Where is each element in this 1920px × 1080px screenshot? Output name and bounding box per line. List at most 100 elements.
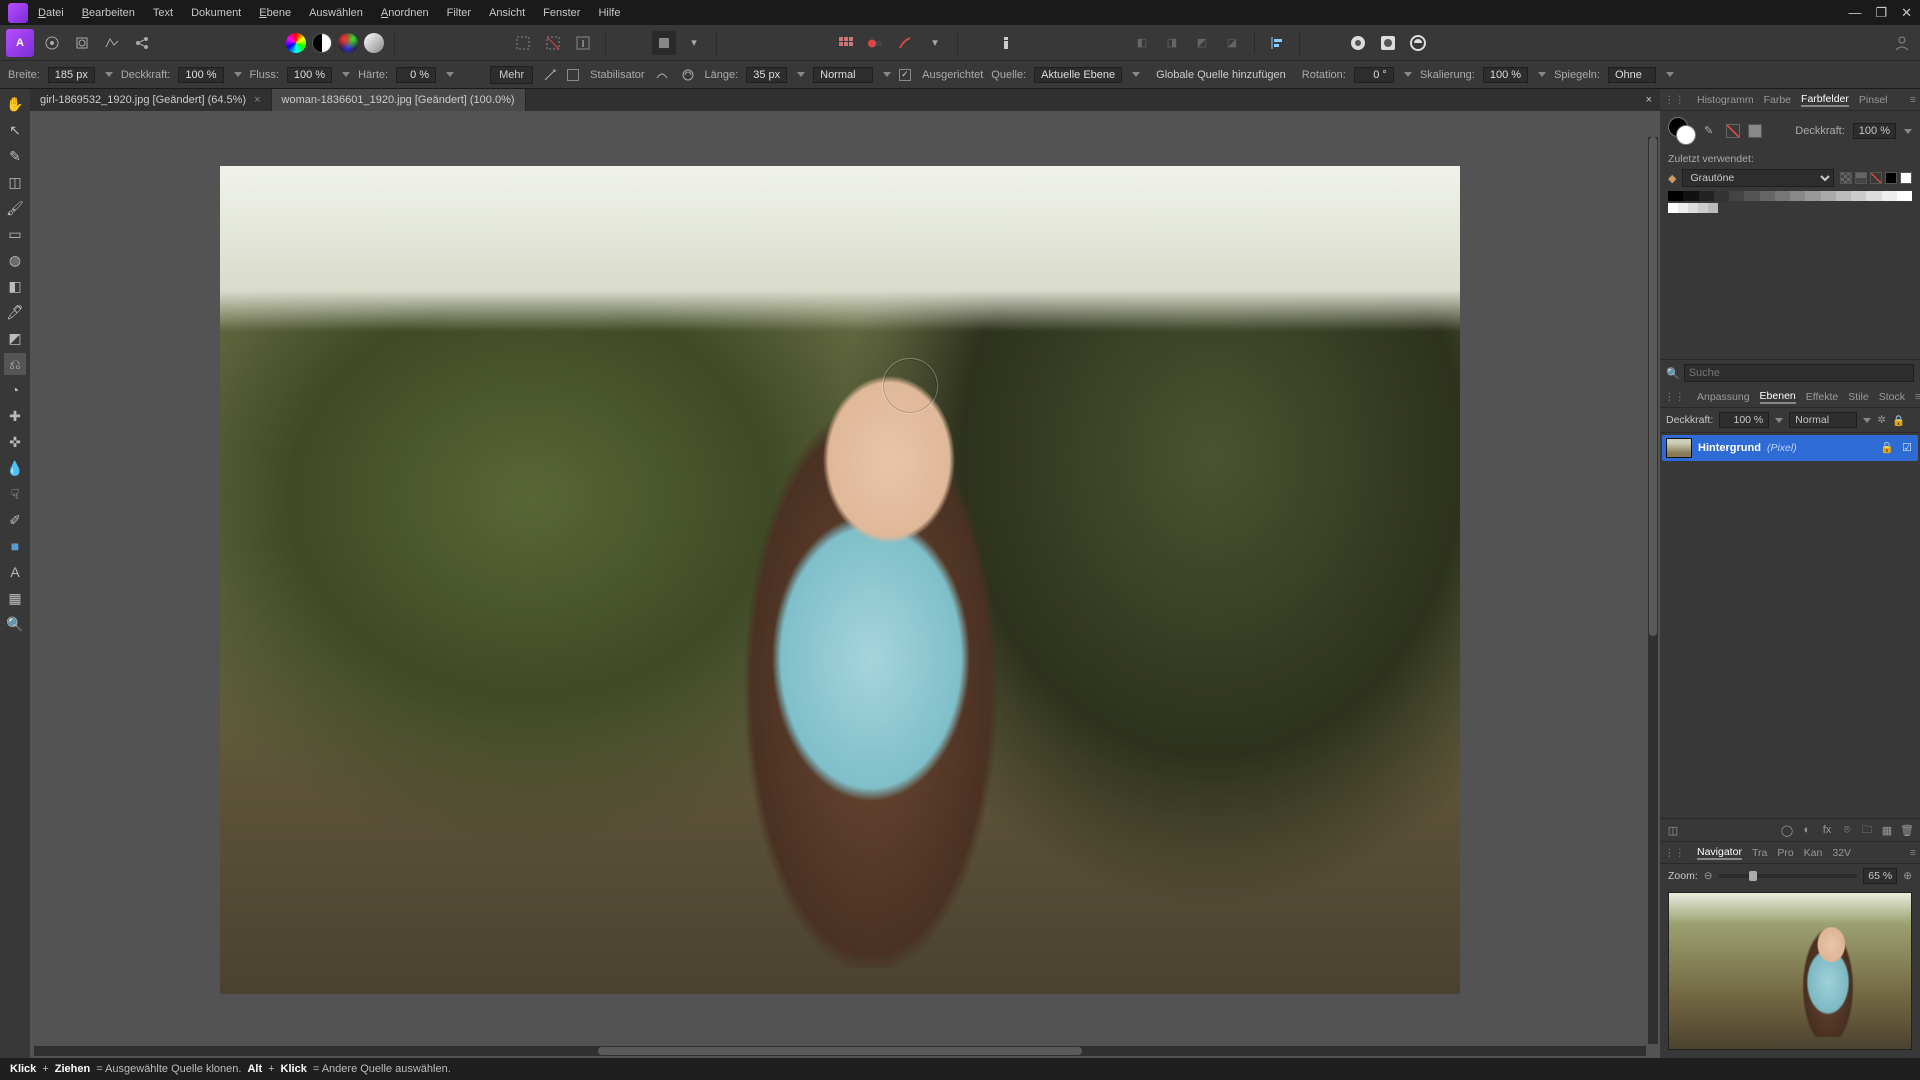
length-input[interactable]: 35 px <box>746 67 787 83</box>
pal-none-icon[interactable] <box>1870 172 1882 184</box>
rope-mode-icon[interactable] <box>653 66 671 84</box>
clone-tool-icon[interactable]: ⎌ <box>4 353 26 375</box>
erase-tool-icon[interactable]: ◩ <box>4 327 26 349</box>
source-dropdown-icon[interactable] <box>1132 72 1140 77</box>
menu-text[interactable]: Text <box>153 7 173 19</box>
mirror-dropdown-icon[interactable] <box>1666 72 1674 77</box>
pressure-size-icon[interactable] <box>541 66 559 84</box>
selection-cross-icon[interactable] <box>541 31 565 55</box>
rotation-input[interactable]: 0 ° <box>1354 67 1394 83</box>
menu-bearbeiten[interactable]: Bearbeiten <box>82 7 135 19</box>
add-global-source-button[interactable]: Globale Quelle hinzufügen <box>1148 67 1294 83</box>
palette-pin-icon[interactable]: ◆ <box>1668 172 1676 185</box>
blur-tool-icon[interactable]: 💧 <box>4 457 26 479</box>
width-input[interactable]: 185 px <box>48 67 95 83</box>
vertical-scrollbar[interactable] <box>1648 137 1658 1044</box>
circle-3-icon[interactable] <box>1406 31 1430 55</box>
info-icon[interactable] <box>994 31 1018 55</box>
bw-circle-icon[interactable] <box>312 33 332 53</box>
smudge-tool-icon[interactable]: ☟ <box>4 483 26 505</box>
zoom-out-icon[interactable]: ⊖ <box>1704 870 1713 882</box>
scale-dropdown-icon[interactable] <box>1538 72 1546 77</box>
tab-brushes[interactable]: Pinsel <box>1859 94 1888 106</box>
length-dropdown-icon[interactable] <box>797 72 805 77</box>
blend-dropdown-icon[interactable] <box>883 72 891 77</box>
tab-layers[interactable]: Ebenen <box>1760 390 1796 404</box>
persona-develop-icon[interactable] <box>70 31 94 55</box>
swatch-opacity-input[interactable]: 100 % <box>1853 123 1896 139</box>
persona-photo-icon[interactable]: A <box>6 29 34 57</box>
inpaint-tool-icon[interactable]: ✚ <box>4 405 26 427</box>
width-dropdown-icon[interactable] <box>105 72 113 77</box>
layer-blend-ranges-icon[interactable]: ◫ <box>1665 822 1681 838</box>
more-button[interactable]: Mehr <box>490 66 533 84</box>
chevron-down-icon-2[interactable]: ▾ <box>923 31 947 55</box>
tab-histogram[interactable]: Histogramm <box>1697 94 1754 106</box>
tab-swatches[interactable]: Farbfelder <box>1801 93 1849 107</box>
layer-visible-checkbox[interactable]: ☑ <box>1900 441 1914 455</box>
tab-effects[interactable]: Effekte <box>1806 391 1839 403</box>
menu-ebene[interactable]: Ebene <box>259 7 291 19</box>
layer-fx-icon[interactable]: ✲ <box>1877 414 1886 426</box>
brush-toggle-icon[interactable] <box>893 31 917 55</box>
menu-hilfe[interactable]: Hilfe <box>598 7 620 19</box>
none-swatch-icon[interactable] <box>1726 124 1740 138</box>
chevron-down-icon[interactable]: ▾ <box>682 31 706 55</box>
quick-mask-icon[interactable]: I <box>571 31 595 55</box>
arrange-1-icon[interactable]: ◧ <box>1130 31 1154 55</box>
menu-datei[interactable]: Datei <box>38 7 64 19</box>
document-tab-2[interactable]: woman-1836601_1920.jpg [Geändert] (100.0… <box>272 89 526 111</box>
shape-tool-icon[interactable]: ■ <box>4 535 26 557</box>
tab-navigator[interactable]: Navigator <box>1697 846 1742 860</box>
flow-input[interactable]: 100 % <box>287 67 332 83</box>
hardness-input[interactable]: 0 % <box>396 67 436 83</box>
layer-blend-select[interactable]: Normal <box>1789 412 1857 428</box>
layer-mask-icon[interactable]: ◯ <box>1779 822 1795 838</box>
selection-brush-tool-icon[interactable]: 🖌 <box>4 197 26 219</box>
arrange-4-icon[interactable]: ◪ <box>1220 31 1244 55</box>
grid-icon[interactable] <box>833 31 857 55</box>
crop-mode-icon[interactable] <box>652 31 676 55</box>
menu-dokument[interactable]: Dokument <box>191 7 241 19</box>
layer-group-icon[interactable]: 🗀 <box>1859 822 1875 838</box>
layer-lock-badge-icon[interactable]: 🔒 <box>1880 441 1894 455</box>
swatch-opacity-dd-icon[interactable] <box>1904 129 1912 134</box>
palette-select[interactable]: Grautöne <box>1682 169 1834 187</box>
mesh-tool-icon[interactable]: ▦ <box>4 587 26 609</box>
tab-32v[interactable]: 32V <box>1832 847 1851 859</box>
paint-brush-tool-icon[interactable]: 🖊 <box>4 301 26 323</box>
mirror-select[interactable]: Ohne <box>1608 67 1656 83</box>
pal-white-icon[interactable] <box>1900 172 1912 184</box>
rotation-dropdown-icon[interactable] <box>1404 72 1412 77</box>
move-tool-icon[interactable]: ↖ <box>4 119 26 141</box>
layer-opacity-dd-icon[interactable] <box>1775 418 1783 423</box>
minimize-button[interactable]: — <box>1848 5 1861 21</box>
toggle-red-icon[interactable] <box>863 31 887 55</box>
arrange-3-icon[interactable]: ◩ <box>1190 31 1214 55</box>
opacity-dropdown-icon[interactable] <box>234 72 242 77</box>
menu-auswaehlen[interactable]: Auswählen <box>309 7 363 19</box>
gradient-circle-icon[interactable] <box>364 33 384 53</box>
panel-menu-icon-3[interactable]: ≡ <box>1910 847 1916 859</box>
navigator-preview[interactable] <box>1668 892 1912 1050</box>
layer-adjust-icon[interactable]: ◐ <box>1799 822 1815 838</box>
rgb-circle-icon[interactable] <box>338 33 358 53</box>
dodge-tool-icon[interactable]: ◔ <box>4 379 26 401</box>
zoom-tool-icon[interactable]: 🔍 <box>4 613 26 635</box>
menu-ansicht[interactable]: Ansicht <box>489 7 525 19</box>
flood-tool-icon[interactable]: ◍ <box>4 249 26 271</box>
persona-tone-icon[interactable] <box>100 31 124 55</box>
flow-dropdown-icon[interactable] <box>342 72 350 77</box>
gray-swatch-strip[interactable] <box>1668 191 1912 201</box>
layer-lock-icon[interactable]: 🔒 <box>1892 414 1905 427</box>
color-wheel-icon[interactable] <box>286 33 306 53</box>
layer-fx-btn-icon[interactable]: fx <box>1819 822 1835 838</box>
menu-fenster[interactable]: Fenster <box>543 7 580 19</box>
tab-adjustment[interactable]: Anpassung <box>1697 391 1750 403</box>
retouch-tool-icon[interactable]: ✐ <box>4 509 26 531</box>
horizontal-scrollbar[interactable] <box>34 1046 1646 1056</box>
circle-1-icon[interactable] <box>1346 31 1370 55</box>
circle-2-icon[interactable] <box>1376 31 1400 55</box>
panel-grip-icon[interactable]: ⋮⋮ <box>1664 94 1685 106</box>
tab-color[interactable]: Farbe <box>1764 94 1791 106</box>
